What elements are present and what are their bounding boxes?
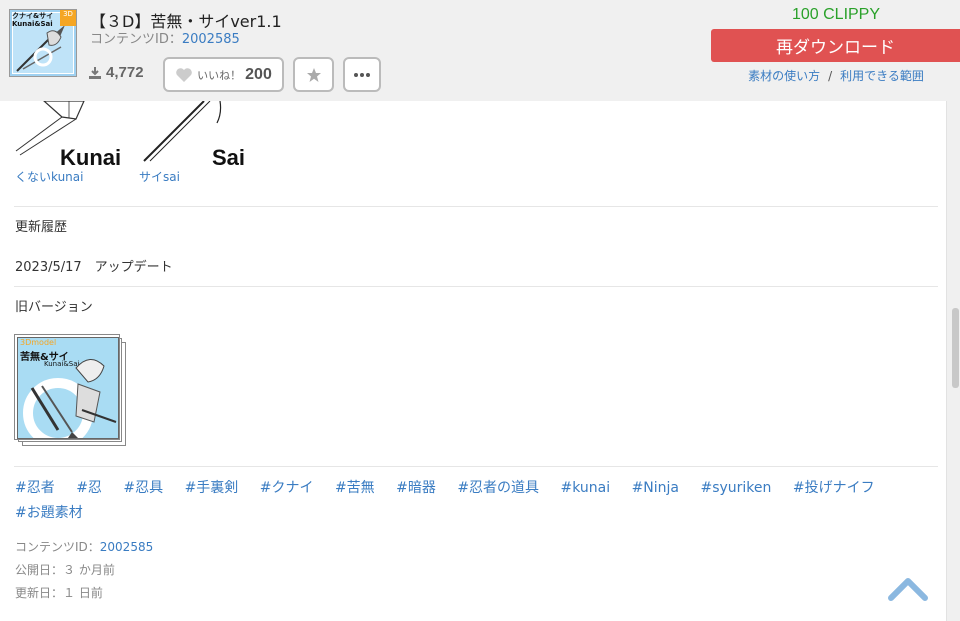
divider — [14, 206, 938, 207]
content-thumbnail[interactable]: クナイ&サイ Kunai&Sai 3D — [9, 9, 77, 77]
content-id-value[interactable]: 2002585 — [182, 32, 240, 47]
content-id-label: コンテンツID： — [90, 32, 182, 47]
meta-updated-date: 更新日：１ 日前 — [15, 586, 103, 600]
like-label: いいね！ — [197, 68, 242, 82]
help-links: 素材の使い方 / 利用できる範囲 — [712, 67, 960, 84]
page-stack-front: 3Dmodel 苦無&サイ Kunai&Sai — [14, 334, 120, 440]
thumbnail-badge: 3D — [60, 10, 76, 26]
sai-caption-link[interactable]: サイsai — [139, 168, 180, 185]
divider — [14, 466, 938, 467]
redownload-button[interactable]: 再ダウンロード — [711, 29, 960, 62]
usage-guide-link[interactable]: 素材の使い方 — [748, 69, 820, 83]
usage-scope-link[interactable]: 利用できる範囲 — [840, 69, 924, 83]
tag-link[interactable]: #忍具 — [123, 480, 163, 496]
tag-link[interactable]: #kunai — [561, 480, 611, 496]
kunai-sai-illustration — [15, 101, 222, 162]
old-version-thumbnail[interactable]: 3Dmodel 苦無&サイ Kunai&Sai — [14, 334, 126, 447]
tag-link[interactable]: #忍 — [76, 480, 102, 496]
meta-content-id: コンテンツID：2002585 — [15, 538, 153, 555]
meta-content-id-value[interactable]: 2002585 — [100, 540, 153, 554]
tag-link[interactable]: #Ninja — [632, 480, 679, 496]
star-icon — [306, 67, 321, 82]
tag-link[interactable]: #クナイ — [260, 480, 314, 496]
favorite-button[interactable] — [293, 57, 334, 92]
like-count: 200 — [245, 65, 272, 83]
heart-icon — [176, 67, 192, 82]
tag-link[interactable]: #投げナイフ — [793, 480, 875, 496]
clippy-price: 100 CLIPPY — [791, 6, 881, 23]
download-count: 4,772 — [88, 64, 144, 81]
download-icon — [89, 66, 101, 79]
chevron-up-icon — [888, 578, 928, 601]
tag-link[interactable]: #syuriken — [700, 480, 771, 496]
content-id: コンテンツID：2002585 — [90, 28, 240, 47]
content-detail-card: Kunai Sai くないkunai サイsai 更新履歴 2023/5/17 … — [0, 101, 947, 621]
tag-link[interactable]: #手裏剣 — [185, 480, 239, 496]
divider — [14, 286, 938, 287]
old-version-illustration — [23, 359, 117, 438]
meta-content-id-label: コンテンツID： — [15, 540, 100, 554]
link-separator: / — [828, 69, 833, 83]
meta-published-date: 公開日：３ か月前 — [15, 563, 115, 577]
download-count-value: 4,772 — [106, 64, 144, 81]
tag-link[interactable]: #お題素材 — [15, 505, 83, 521]
tag-link[interactable]: #忍者 — [15, 480, 55, 496]
more-options-button[interactable] — [343, 57, 381, 92]
sai-label: Sai — [212, 145, 246, 170]
like-button[interactable]: いいね！ 200 — [163, 57, 284, 92]
scrollbar-thumb[interactable] — [952, 308, 959, 388]
content-header: クナイ&サイ Kunai&Sai 3D 【３D】苦無・サイver1.1 コンテン… — [0, 0, 960, 101]
tag-link[interactable]: #暗器 — [396, 480, 436, 496]
tag-link[interactable]: #苦無 — [335, 480, 375, 496]
scroll-to-top-button[interactable] — [888, 575, 928, 601]
tag-link[interactable]: #忍者の道具 — [457, 480, 539, 496]
kunai-caption-link[interactable]: くないkunai — [15, 168, 83, 185]
ellipsis-icon — [354, 72, 370, 77]
old-versions-heading: 旧バージョン — [15, 300, 93, 315]
old-version-image: 3Dmodel 苦無&サイ Kunai&Sai — [17, 337, 119, 439]
tag-list: #忍者 #忍 #忍具 #手裏剣 #クナイ #苦無 #暗器 #忍者の道具 #kun… — [15, 476, 915, 526]
update-history-heading: 更新履歴 — [15, 220, 68, 235]
update-history-entry: 2023/5/17 アップデート — [15, 260, 173, 275]
